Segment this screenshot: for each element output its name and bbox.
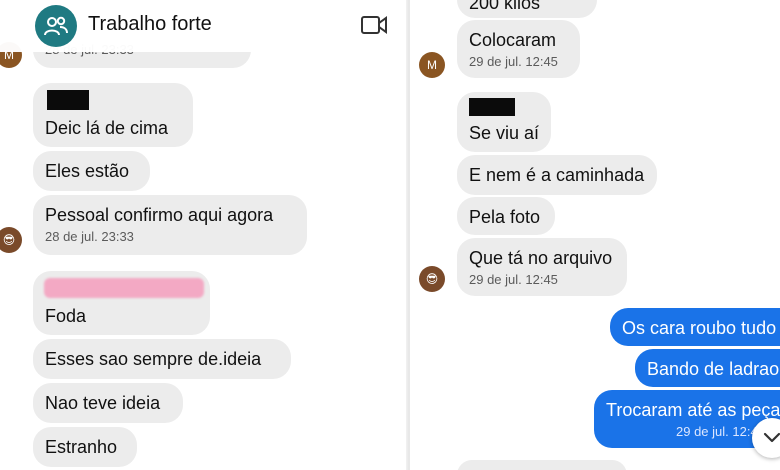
message-text: Colocaram [469,30,557,50]
chat-title: Trabalho forte [88,13,212,35]
message-bubble[interactable]: Estranho [33,427,137,467]
message-bubble[interactable]: 200 kilos [457,0,597,18]
sender-avatar[interactable]: M [419,52,445,78]
message-bubble[interactable]: Esses sao sempre de.ideia [33,339,291,379]
left-chat-panel: 28 de jul. 23:33 M Deic lá de cima Eles … [0,0,408,470]
chat-header: Trabalho forte [0,0,408,52]
outgoing-message-bubble[interactable]: Os cara roubo tudo [610,308,780,346]
message-bubble[interactable]: Pela foto [457,197,555,235]
chevron-down-icon [763,432,780,443]
message-text: Que tá no arquivo [469,248,613,268]
avatar-letter: M [427,58,437,72]
message-text: Pela foto [469,207,541,227]
message-bubble[interactable]: Colocaram 29 de jul. 12:45 [457,20,580,78]
group-avatar[interactable] [35,5,77,47]
message-bubble[interactable]: Nao teve ideia [33,383,183,423]
message-bubble[interactable]: Pessoal confirmo aqui agora 28 de jul. 2… [33,195,307,255]
message-bubble[interactable] [457,460,627,470]
message-text: Eles estão [45,161,130,181]
message-text: E nem é a caminhada [469,165,645,185]
sender-avatar[interactable]: 😎 [0,227,22,253]
video-camera-icon[interactable] [360,13,388,37]
message-text: Trocaram até as peça [606,400,780,420]
avatar-emoji: 😎 [425,272,439,286]
message-timestamp: 29 de jul. 12:45 [469,272,558,287]
message-text: Os cara roubo tudo [622,318,777,338]
redacted-sender-name [44,278,204,298]
message-text: Foda [45,306,87,326]
message-timestamp: 28 de jul. 23:33 [45,229,134,244]
message-text: Pessoal confirmo aqui agora [45,205,274,225]
message-text: Estranho [45,437,118,457]
redacted-sender-name [47,90,89,110]
outgoing-message-bubble[interactable]: Bando de ladrao [635,349,780,387]
message-bubble[interactable]: E nem é a caminhada [457,155,657,195]
avatar-emoji: 😎 [2,233,16,247]
group-people-icon [44,16,68,36]
message-bubble[interactable]: Que tá no arquivo 29 de jul. 12:45 [457,238,627,296]
message-text: Esses sao sempre de.ideia [45,349,262,369]
message-text: Nao teve ideia [45,393,161,413]
message-timestamp: 29 de jul. 12:45 [469,54,558,69]
redacted-sender-name [469,98,515,116]
message-text: Se viu aí [469,123,540,143]
right-chat-panel: 200 kilos Colocaram 29 de jul. 12:45 M S… [410,0,780,470]
message-text: Bando de ladrao [647,359,780,379]
message-bubble[interactable]: Eles estão [33,151,150,191]
message-text: Deic lá de cima [45,118,169,138]
message-text: 200 kilos [469,0,541,13]
sender-avatar[interactable]: 😎 [419,266,445,292]
